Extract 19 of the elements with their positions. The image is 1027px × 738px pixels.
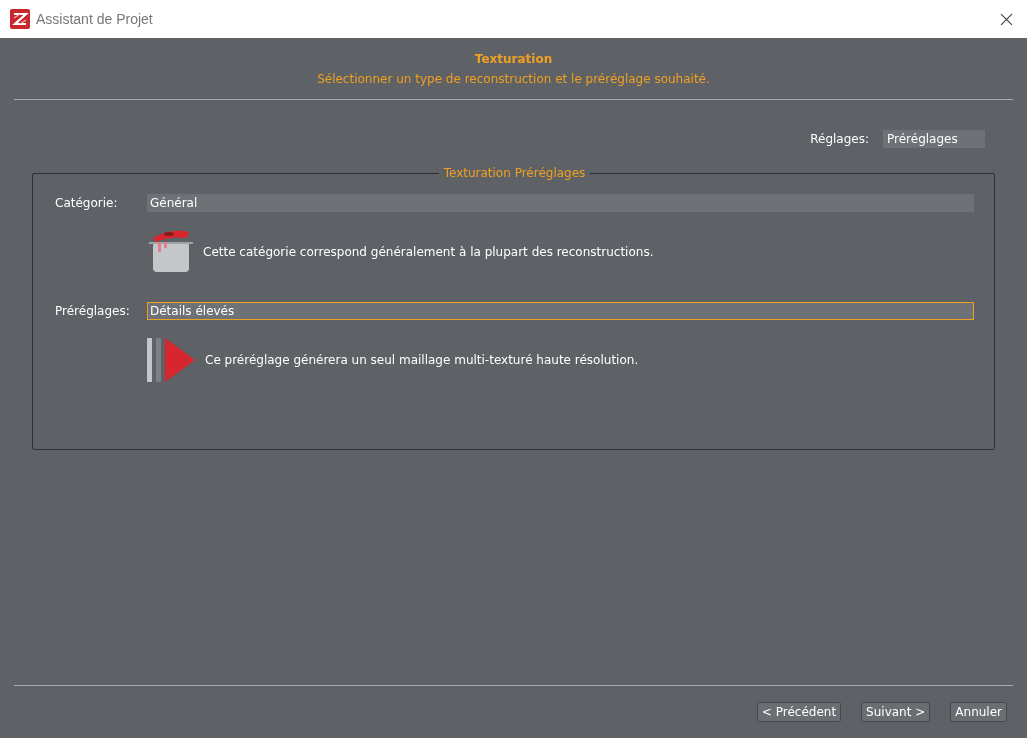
group-title: Texturation Préréglages (442, 166, 587, 180)
pot-icon (147, 230, 195, 274)
app-logo-icon (10, 9, 30, 29)
description-text: Ce préréglage générera un seul maillage multi-texturé haute résolution. (205, 353, 639, 367)
dialog-button[interactable]: Annuler (950, 702, 1007, 722)
dialog-button[interactable]: Suivant > (861, 702, 931, 722)
description-text: Cette catégorie correspond généralement à la plupart des reconstructions. (203, 245, 654, 259)
close-icon (1000, 12, 1013, 26)
page-subtitle: Sélectionner un type de reconstruction et le préréglage souhaité. (317, 72, 710, 86)
category-dropdown[interactable]: Général (147, 194, 974, 212)
preset-dropdown[interactable]: Détails élevés (147, 302, 974, 320)
page-title: Texturation (474, 52, 553, 66)
settings-label: Réglages: (810, 132, 869, 146)
play-bars-icon (147, 338, 197, 382)
field-label: Préréglages: (55, 304, 131, 318)
dialog-button[interactable]: < Précédent (756, 702, 842, 722)
field-label: Catégorie: (55, 196, 119, 210)
window-title: Assistant de Projet (36, 11, 153, 27)
settings-dropdown[interactable]: Préréglages (883, 130, 985, 148)
